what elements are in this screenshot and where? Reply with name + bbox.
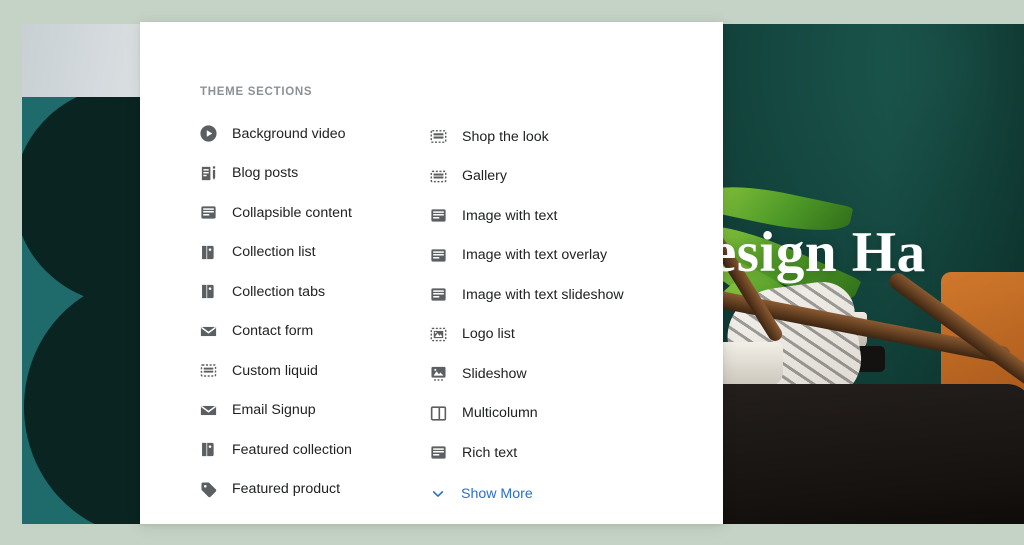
section-item-contact-form[interactable]: Contact form: [198, 312, 385, 352]
section-item-label: Collection list: [232, 244, 316, 261]
section-item-blog-posts[interactable]: Blog posts: [198, 154, 385, 194]
hero-headline: esign Ha: [723, 221, 926, 284]
play-circle-icon: [198, 124, 218, 144]
section-item-label: Email Signup: [232, 402, 316, 419]
section-item-collection-tabs[interactable]: Collection tabs: [198, 272, 385, 312]
section-item-label: Featured collection: [232, 441, 352, 458]
section-item-label: Shop the look: [462, 128, 549, 145]
theme-preview-card-left: [22, 24, 150, 524]
theme-sections-dropdown-panel: THEME SECTIONS Background video Blog pos…: [140, 22, 723, 524]
section-item-label: Rich text: [462, 444, 518, 461]
section-item-featured-collection[interactable]: Featured collection: [198, 430, 385, 470]
section-item-label: Collapsible content: [232, 204, 352, 221]
section-item-label: Logo list: [462, 326, 515, 343]
section-item-label: Image with text overlay: [462, 247, 608, 264]
section-item-collection-list[interactable]: Collection list: [198, 233, 385, 273]
price-tag-icon: [198, 479, 218, 499]
chevron-down-icon: [428, 484, 448, 504]
panel-section-heading: THEME SECTIONS: [200, 86, 313, 98]
image-with-text-overlay-icon: [428, 245, 448, 265]
collection-tag-icon: [198, 282, 218, 302]
section-item-image-with-text-overlay[interactable]: Image with text overlay: [428, 236, 685, 276]
preview-decorative-circle-bottom: [24, 277, 150, 524]
section-item-label: Featured product: [232, 481, 341, 498]
custom-liquid-icon: [198, 361, 218, 381]
section-item-label: Image with text: [462, 207, 558, 224]
section-item-image-with-text[interactable]: Image with text: [428, 196, 685, 236]
multicolumn-icon: [428, 403, 448, 423]
image-with-text-icon: [428, 206, 448, 226]
section-item-gallery[interactable]: Gallery: [428, 157, 685, 197]
collapsible-content-icon: [198, 203, 218, 223]
envelope-icon: [198, 400, 218, 420]
screen: esign Ha THEME SECTIONS Background video…: [0, 0, 1024, 545]
section-item-label: Blog posts: [232, 165, 299, 182]
section-item-featured-product[interactable]: Featured product: [198, 470, 385, 510]
preview-decorative-circle-top: [22, 97, 150, 305]
section-item-label: Slideshow: [462, 365, 527, 382]
logo-list-icon: [428, 324, 448, 344]
section-item-background-video[interactable]: Background video: [198, 114, 385, 154]
section-item-multicolumn[interactable]: Multicolumn: [428, 394, 685, 434]
blog-icon: [198, 163, 218, 183]
section-item-label: Background video: [232, 125, 346, 142]
theme-preview-hero-image: esign Ha: [723, 24, 1024, 524]
white-pot: [723, 342, 783, 386]
section-item-label: Gallery: [462, 168, 507, 185]
section-item-shop-the-look[interactable]: Shop the look: [428, 117, 685, 157]
section-item-label: Custom liquid: [232, 362, 318, 379]
envelope-icon: [198, 321, 218, 341]
preview-header-band: [22, 24, 150, 97]
section-item-rich-text[interactable]: Rich text: [428, 433, 685, 473]
show-more-button[interactable]: Show More: [428, 475, 685, 515]
sections-column-right: Shop the look Gallery Image with text Im…: [385, 114, 685, 514]
shop-the-look-icon: [428, 127, 448, 147]
preview-body-teal: [22, 97, 150, 524]
section-item-label: Multicolumn: [462, 405, 538, 422]
image-with-text-slideshow-icon: [428, 285, 448, 305]
section-item-collapsible-content[interactable]: Collapsible content: [198, 193, 385, 233]
gallery-icon: [428, 166, 448, 186]
sections-column-left: Background video Blog posts Collapsible …: [140, 114, 385, 514]
section-item-logo-list[interactable]: Logo list: [428, 315, 685, 355]
section-item-label: Collection tabs: [232, 283, 326, 300]
section-item-custom-liquid[interactable]: Custom liquid: [198, 351, 385, 391]
section-item-label: Image with text slideshow: [462, 286, 624, 303]
section-item-image-with-text-slideshow[interactable]: Image with text slideshow: [428, 275, 685, 315]
collection-tag-icon: [198, 242, 218, 262]
section-item-label: Contact form: [232, 323, 314, 340]
rich-text-icon: [428, 443, 448, 463]
dark-seat: [723, 384, 1024, 524]
sections-columns: Background video Blog posts Collapsible …: [140, 114, 723, 514]
show-more-label: Show More: [461, 486, 533, 503]
slideshow-icon: [428, 364, 448, 384]
collection-tag-icon: [198, 440, 218, 460]
section-item-slideshow[interactable]: Slideshow: [428, 354, 685, 394]
section-item-email-signup[interactable]: Email Signup: [198, 391, 385, 431]
